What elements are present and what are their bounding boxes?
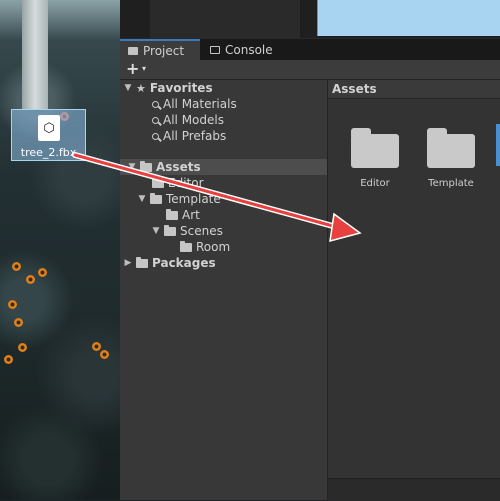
tree-item-label: Art <box>182 208 200 222</box>
project-tree: ▼ ★ Favorites All Materials All Models A… <box>120 80 328 500</box>
inspector-pane <box>150 0 300 38</box>
search-icon <box>152 132 159 140</box>
tree-item-packages[interactable]: ▶ Packages <box>124 255 216 271</box>
create-button[interactable]: + <box>126 59 139 78</box>
favorites-label: Favorites <box>149 81 213 95</box>
tree-item-assets[interactable]: ▼ Assets <box>120 159 327 175</box>
flower <box>4 355 13 364</box>
breadcrumb[interactable]: Assets <box>328 80 500 99</box>
folder-icon <box>152 176 164 188</box>
tree-item-art[interactable]: Art <box>166 207 200 223</box>
folder-icon[interactable] <box>351 128 399 168</box>
unity-editor: Project Console + ▾ ▼ ★ Favorites All Ma… <box>120 0 500 501</box>
tab-project[interactable]: Project <box>120 39 200 60</box>
tree-item-room[interactable]: Room <box>180 239 230 255</box>
search-icon <box>152 116 159 124</box>
flower <box>14 318 23 327</box>
tree-item-label: Room <box>196 240 231 254</box>
unity-package-icon: ⬡ <box>38 115 60 141</box>
flower <box>38 268 47 277</box>
asset-tile-editor[interactable]: Editor <box>340 178 410 189</box>
chevron-down-icon[interactable]: ▼ <box>128 162 136 172</box>
tree-item-scenes[interactable]: ▼ Scenes <box>152 223 223 239</box>
tree-item-label: Scenes <box>180 224 223 238</box>
tab-bar: Project Console <box>120 39 500 60</box>
console-icon <box>210 45 220 54</box>
chevron-down-icon[interactable]: ▾ <box>142 64 146 73</box>
desktop-file-tree-fbx[interactable]: ⬡ tree_2.fbx <box>11 109 86 161</box>
assets-footer <box>328 478 500 501</box>
star-icon: ★ <box>136 81 146 95</box>
flower <box>12 262 21 271</box>
folder-icon <box>128 46 138 55</box>
flower <box>8 300 17 309</box>
tree-item-label: Template <box>166 192 221 206</box>
folder-icon <box>166 208 178 220</box>
tab-console-label: Console <box>225 42 273 57</box>
chevron-down-icon[interactable]: ▼ <box>138 194 146 204</box>
search-icon <box>152 100 159 108</box>
tree-item-all-materials[interactable]: All Materials <box>152 96 237 112</box>
folder-open-icon <box>140 160 152 172</box>
folder-open-icon <box>164 224 176 236</box>
tree-item-label: Editor <box>168 176 204 190</box>
folder-open-icon <box>150 192 162 204</box>
sky <box>0 0 120 40</box>
tree-item-editor[interactable]: Editor <box>152 175 204 191</box>
tree-item-all-prefabs[interactable]: All Prefabs <box>152 128 226 144</box>
flower <box>100 350 109 359</box>
folder-icon <box>136 256 148 268</box>
tree-item-favorites[interactable]: ▼ ★ Favorites <box>124 80 213 96</box>
chevron-right-icon[interactable]: ▶ <box>124 258 132 268</box>
asset-tile-template[interactable]: Template <box>416 178 486 189</box>
assets-label: Assets <box>156 160 201 174</box>
chevron-down-icon[interactable]: ▼ <box>152 226 160 236</box>
project-toolbar: + ▾ <box>120 59 500 80</box>
tree-item-template[interactable]: ▼ Template <box>138 191 221 207</box>
scene-view-area <box>120 0 500 38</box>
folder-icon <box>180 240 192 252</box>
selected-asset-tile-edge[interactable] <box>496 124 500 166</box>
flower <box>92 342 101 351</box>
tab-console[interactable]: Console <box>202 39 287 60</box>
chevron-down-icon[interactable]: ▼ <box>124 83 132 93</box>
scene-view[interactable] <box>317 0 500 36</box>
desktop-file-label: tree_2.fbx <box>20 146 77 159</box>
desktop-background <box>0 0 120 500</box>
packages-label: Packages <box>152 256 216 270</box>
folder-icon[interactable] <box>427 128 475 168</box>
tree-item-label: All Materials <box>163 97 237 111</box>
tab-project-label: Project <box>143 43 185 58</box>
tree-item-label: All Prefabs <box>163 129 227 143</box>
tree-item-all-models[interactable]: All Models <box>152 112 224 128</box>
tree-item-label: All Models <box>163 113 224 127</box>
flower <box>18 343 27 352</box>
flower <box>26 275 35 284</box>
assets-panel: Assets Editor Template <box>328 80 500 501</box>
pole <box>22 0 48 110</box>
